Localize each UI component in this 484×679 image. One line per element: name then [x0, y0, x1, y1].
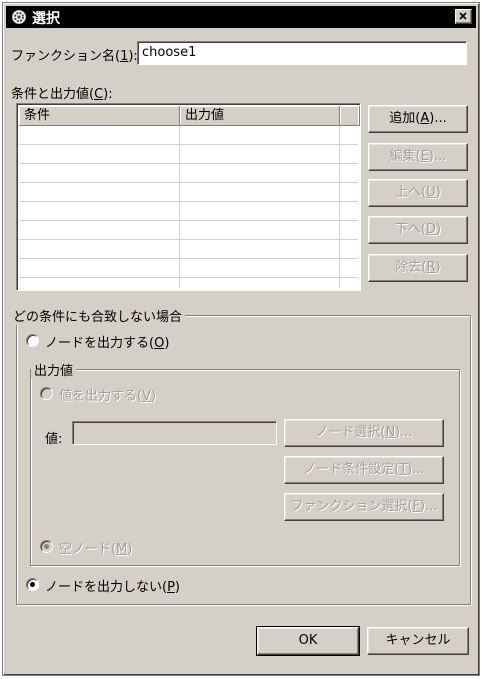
output-node-label[interactable]: ノードを出力する(O): [45, 332, 169, 351]
close-button[interactable]: [455, 9, 472, 24]
column-header-output[interactable]: 出力値: [180, 106, 340, 126]
value-label: 値:: [45, 432, 63, 447]
app-gear-icon: [12, 10, 26, 24]
column-header-condition[interactable]: 条件: [19, 106, 180, 126]
window-title: 選択: [32, 11, 60, 27]
column-divider: [339, 126, 340, 288]
table-row[interactable]: [19, 126, 358, 145]
table-header: 条件 出力値: [19, 106, 360, 126]
table-row[interactable]: [19, 221, 358, 240]
cancel-button[interactable]: キャンセル: [367, 627, 469, 655]
close-icon: [459, 12, 467, 20]
table-row[interactable]: [19, 202, 358, 221]
conditions-label: 条件と出力値(C):: [11, 87, 113, 102]
output-value-radio[interactable]: [40, 387, 53, 400]
table-row[interactable]: [19, 164, 358, 183]
edit-button[interactable]: 編集(E)...: [368, 143, 468, 171]
column-header-filler: [340, 106, 360, 126]
node-select-button[interactable]: ノード選択(N)...: [284, 419, 444, 447]
empty-node-radio[interactable]: [40, 540, 53, 553]
no-output-label[interactable]: ノードを出力しない(P): [45, 576, 180, 595]
table-row[interactable]: [19, 145, 358, 164]
no-output-radio-dot: [30, 582, 35, 587]
ok-button[interactable]: OK: [256, 626, 360, 656]
no-output-radio[interactable]: [26, 578, 39, 591]
function-name-input[interactable]: choose1: [137, 41, 467, 65]
move-up-button[interactable]: 上へ(U): [368, 179, 468, 207]
output-value-radio-label[interactable]: 値を出力する(V): [59, 385, 156, 404]
conditions-table[interactable]: 条件 出力値: [16, 103, 361, 291]
empty-node-radio-label[interactable]: 空ノード(M): [59, 538, 132, 557]
no-match-group-title: どの条件にも合致しない場合: [10, 306, 186, 325]
function-select-button[interactable]: ファンクション選択(F)...: [284, 493, 444, 521]
table-row[interactable]: [19, 240, 358, 259]
output-value-group-title: 出力値: [31, 360, 77, 379]
output-node-radio[interactable]: [26, 334, 39, 347]
empty-node-radio-dot: [44, 544, 49, 549]
move-down-button[interactable]: 下へ(D): [368, 216, 468, 244]
value-input[interactable]: [72, 421, 277, 445]
dialog-window: 選択 ファンクション名(1): choose1 条件と出力値(C): 条件 出力…: [2, 2, 480, 676]
function-name-label: ファンクション名(1):: [11, 49, 138, 64]
title-bar[interactable]: 選択: [6, 6, 476, 28]
node-condition-button[interactable]: ノード条件設定(T)...: [284, 456, 444, 484]
table-row[interactable]: [19, 183, 358, 202]
add-button[interactable]: 追加(A)...: [368, 105, 468, 133]
table-row[interactable]: [19, 259, 358, 278]
remove-button[interactable]: 除去(R): [368, 254, 468, 282]
column-divider: [179, 126, 180, 288]
